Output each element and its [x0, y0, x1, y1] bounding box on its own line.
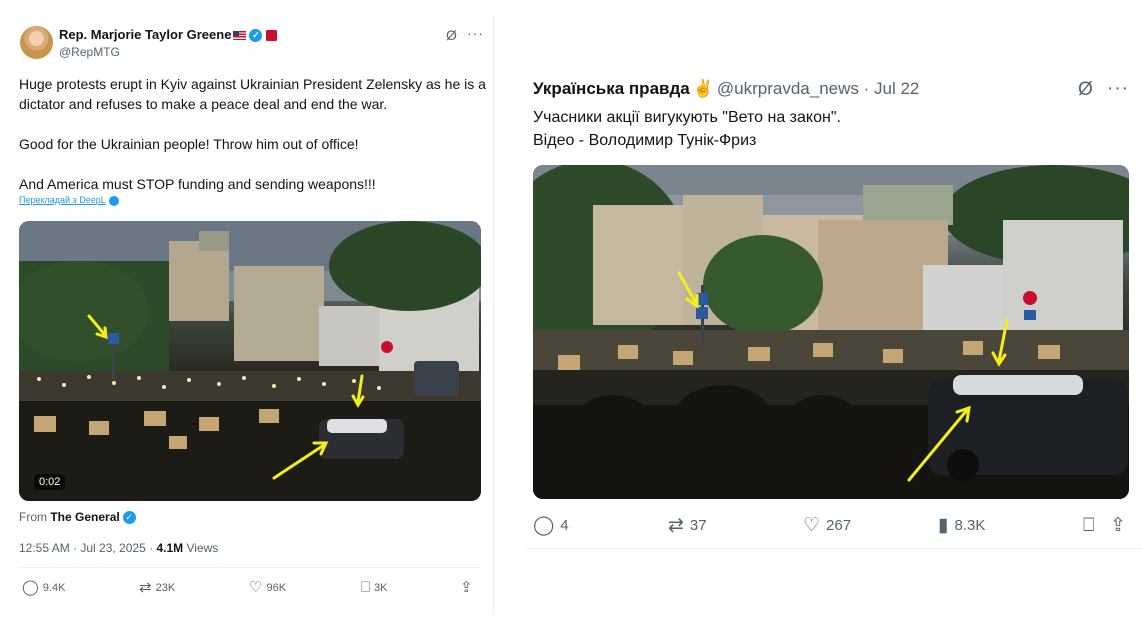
avatar[interactable] — [20, 26, 53, 59]
video-frame — [533, 165, 1129, 499]
like-button[interactable]: ♡ 96K — [249, 580, 286, 595]
share-upload-icon: ⇪ — [460, 579, 473, 596]
divider — [19, 567, 481, 568]
views-count: 8.3K — [954, 517, 986, 534]
bar-chart-icon: ▮ — [938, 515, 949, 536]
share-button[interactable]: ⇪ — [1110, 516, 1126, 535]
bookmark-icon: ⎕ — [361, 579, 371, 596]
tweet-meta: 12:55 AM · Jul 23, 2025 · 4.1M Views — [19, 541, 218, 555]
reply-count: 4 — [560, 517, 569, 534]
author-name[interactable]: Українська правда — [533, 79, 690, 98]
right-tweet: Українська правда ✌ @ukrpravda_news · Jul … — [524, 70, 1142, 560]
grok-icon[interactable]: Ø — [1078, 79, 1093, 101]
from-label: From — [19, 510, 47, 524]
share-upload-icon: ⇪ — [1110, 515, 1126, 536]
government-badge-icon — [266, 30, 278, 42]
reply-button[interactable]: ◯ 9.4K — [22, 580, 65, 595]
like-button[interactable]: ♡ 267 — [803, 516, 851, 535]
from-source[interactable]: The General — [50, 510, 119, 524]
video-duration: 0:02 — [34, 474, 66, 490]
tweet-header: Українська правда ✌ @ukrpravda_news · Jul … — [533, 79, 919, 99]
tweet-text: Huge protests erupt in Kyiv against Ukra… — [19, 76, 486, 192]
verified-badge-icon: ✓ — [122, 511, 136, 525]
views-label: Views — [186, 541, 219, 555]
action-bar: ◯ 9.4K ⇄ 23K ♡ 96K ⎕ 3K ⇪ — [19, 580, 481, 600]
repost-button[interactable]: ⇄ 23K — [139, 580, 175, 595]
reply-button[interactable]: ◯ 4 — [533, 516, 569, 535]
victory-hand-emoji-icon: ✌ — [692, 79, 714, 98]
speech-bubble-icon: ◯ — [22, 579, 39, 596]
author-name-row[interactable]: Rep. Marjorie Taylor Greene ✓ — [59, 27, 278, 43]
bookmark-button[interactable]: ⎕ — [1083, 516, 1094, 535]
speech-bubble-icon: ◯ — [533, 515, 555, 536]
action-bar: ◯ 4 ⇄ 37 ♡ 267 ▮ 8.3K ⎕ ⇪ — [533, 516, 1133, 538]
grok-icon[interactable]: Ø — [446, 27, 457, 43]
author-handle[interactable]: @RepMTG — [59, 45, 120, 59]
deepl-icon — [108, 195, 119, 206]
views-count: 4.1M — [156, 541, 184, 555]
repost-button[interactable]: ⇄ 37 — [668, 516, 707, 535]
like-count: 267 — [826, 517, 852, 534]
translate-link[interactable]: Перекладай з DeepL — [19, 195, 119, 206]
reply-count: 9.4K — [42, 581, 66, 594]
more-dots-icon[interactable]: ··· — [467, 25, 484, 41]
video-frame — [19, 221, 481, 501]
views-button[interactable]: ▮ 8.3K — [938, 516, 985, 535]
us-flag-icon — [233, 31, 247, 41]
heart-icon: ♡ — [249, 579, 263, 596]
author-name[interactable]: Rep. Marjorie Taylor Greene — [59, 27, 231, 42]
verified-badge-icon: ✓ — [249, 29, 263, 43]
translate-link-label[interactable]: Перекладай з DeepL — [19, 195, 106, 205]
bookmark-button[interactable]: ⎕ 3K — [361, 580, 387, 595]
more-dots-icon[interactable]: ··· — [1107, 78, 1129, 100]
author-handle[interactable]: @ukrpravda_news — [717, 79, 859, 98]
from-attribution: From The General ✓ — [19, 510, 136, 525]
tweet-video[interactable] — [19, 221, 481, 501]
like-count: 96K — [266, 581, 287, 594]
left-tweet: Rep. Marjorie Taylor Greene ✓ @RepMTG Ø ·… — [8, 14, 494, 614]
repost-arrows-icon: ⇄ — [668, 515, 684, 536]
repost-count: 23K — [155, 581, 176, 594]
repost-count: 37 — [689, 517, 707, 534]
share-button[interactable]: ⇪ — [460, 580, 473, 595]
bookmark-icon: ⎕ — [1083, 515, 1095, 536]
repost-arrows-icon: ⇄ — [139, 579, 152, 596]
bookmark-count: 3K — [374, 581, 388, 594]
heart-icon: ♡ — [803, 515, 821, 536]
tweet-video[interactable] — [533, 165, 1129, 499]
tweet-date[interactable]: · Jul 22 — [864, 79, 920, 98]
divider — [524, 548, 1142, 549]
tweet-timestamp[interactable]: 12:55 AM · Jul 23, 2025 · — [19, 541, 153, 555]
tweet-text: Учасники акції вигукують "Вето на закон"… — [533, 109, 841, 149]
